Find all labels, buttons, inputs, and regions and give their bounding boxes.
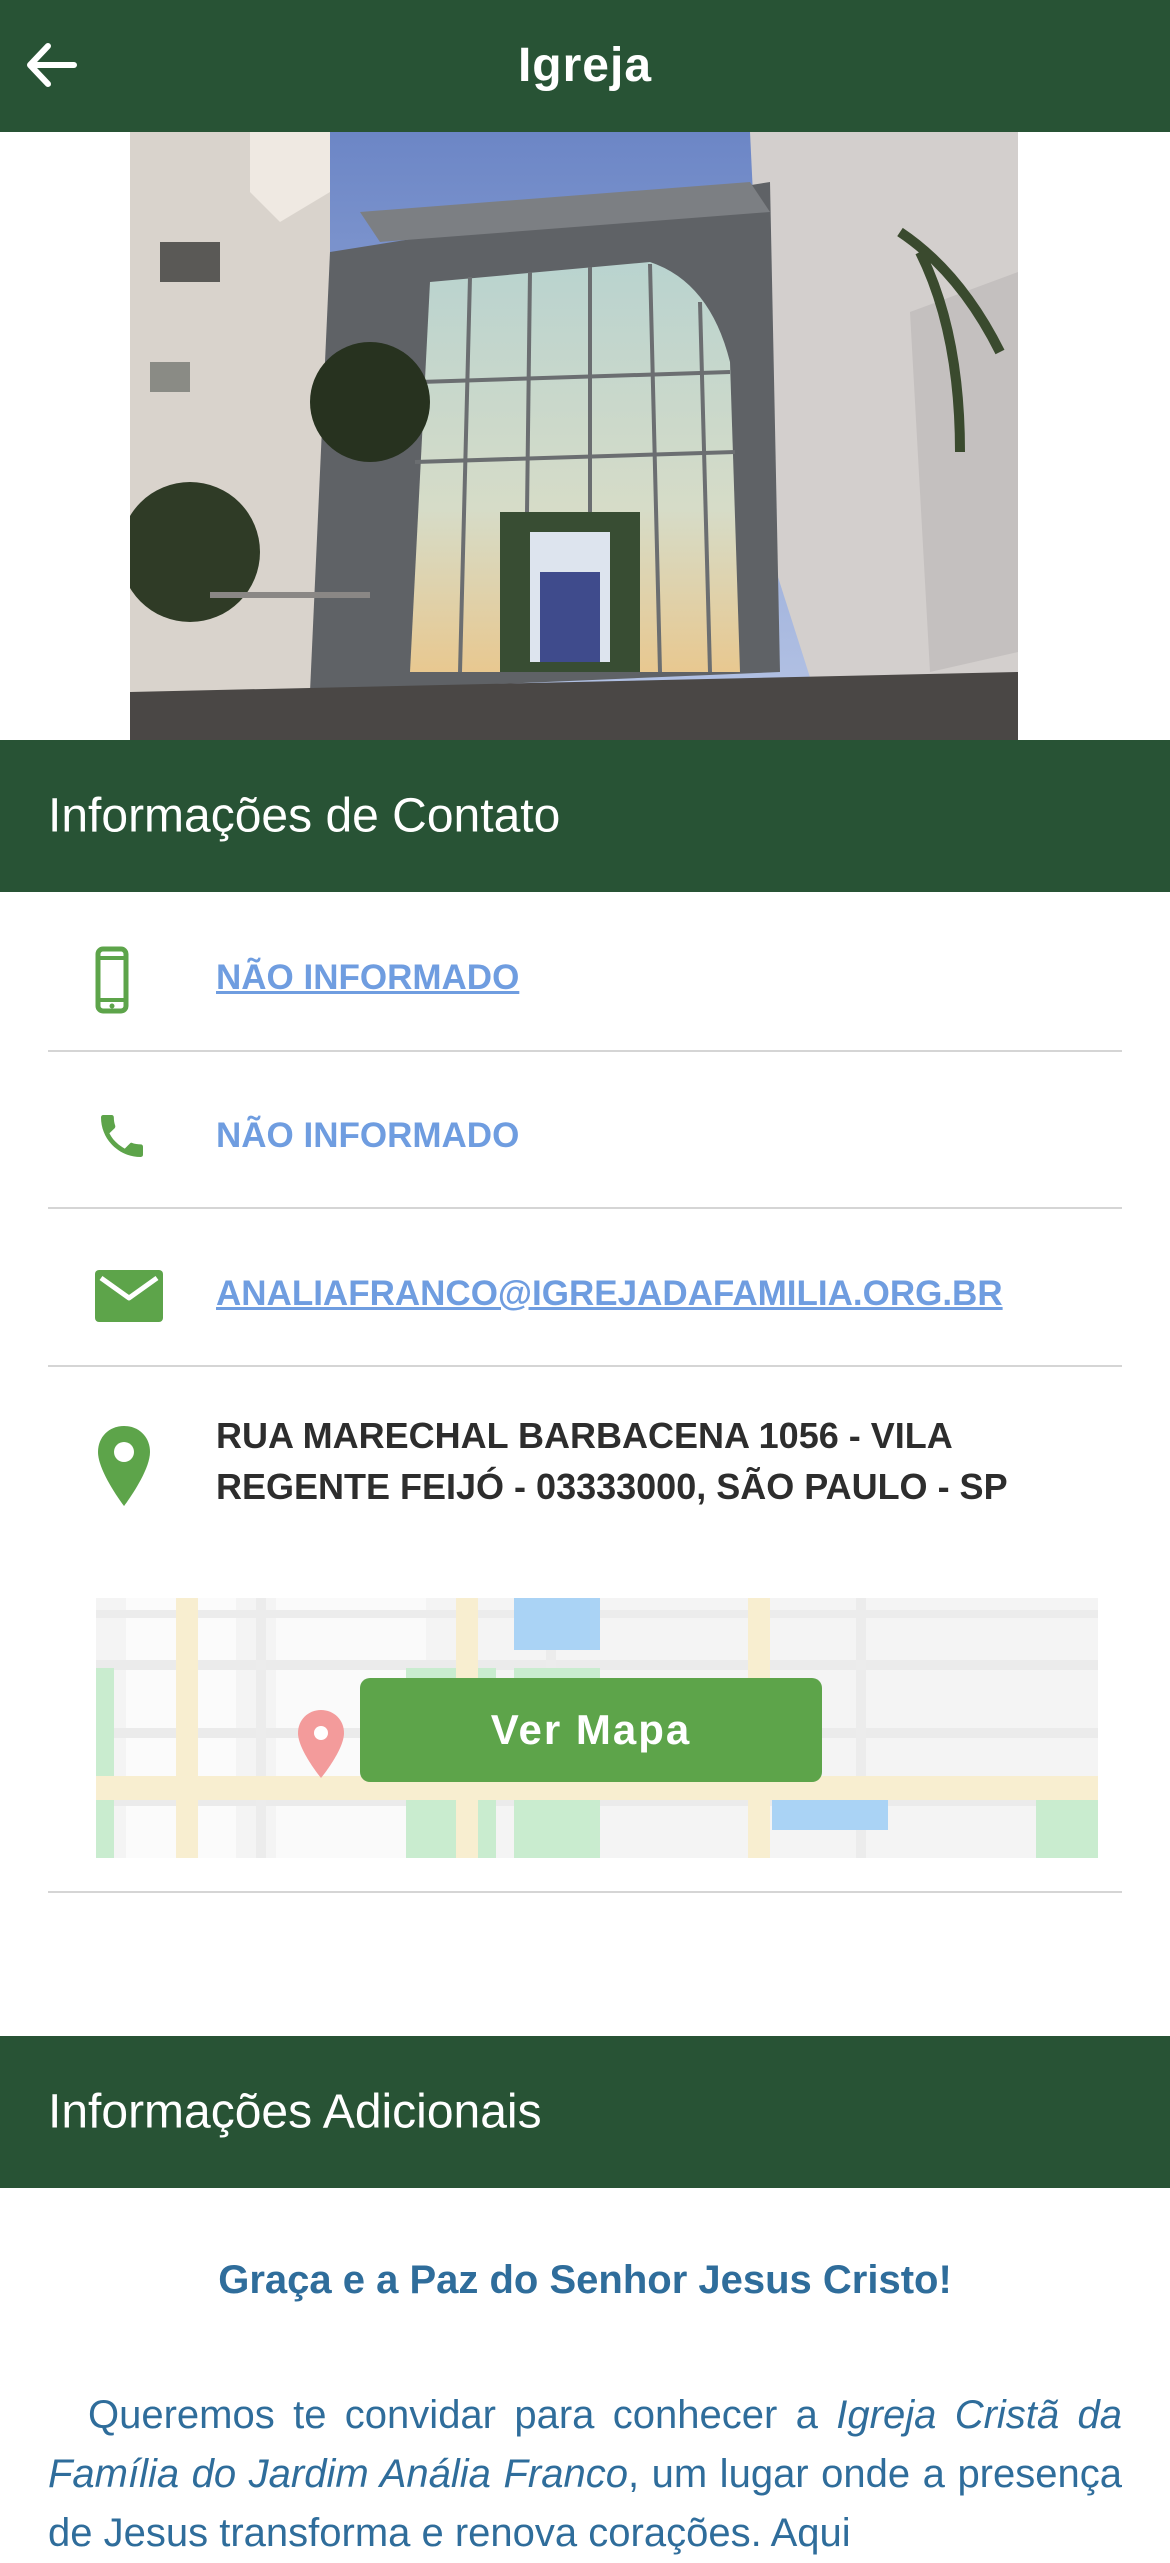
divider xyxy=(48,1891,1122,1893)
church-photo xyxy=(130,132,1018,740)
mail-icon xyxy=(95,1270,163,1327)
top-bar: Igreja xyxy=(0,0,1170,132)
view-map-button[interactable]: Ver Mapa xyxy=(360,1678,822,1782)
contact-section-title: Informações de Contato xyxy=(48,789,561,843)
location-pin-icon xyxy=(96,1424,152,1513)
address-line-2: REGENTE FEIJÓ - 03333000, SÃO PAULO - SP xyxy=(216,1466,1008,1507)
divider xyxy=(48,1050,1122,1052)
description-paragraph: Queremos te convidar para conhecer a Igr… xyxy=(48,2386,1122,2563)
phone-text: NÃO INFORMADO xyxy=(216,1116,520,1155)
paragraph-start: Queremos te convidar para conhecer a xyxy=(88,2393,837,2437)
address-text: RUA MARECHAL BARBACENA 1056 - VILA REGEN… xyxy=(216,1410,1096,1512)
mobile-link[interactable]: NÃO INFORMADO xyxy=(216,958,519,998)
additional-section-header: Informações Adicionais xyxy=(0,2036,1170,2188)
mobile-phone-icon xyxy=(95,946,129,1019)
divider xyxy=(48,1207,1122,1209)
address-line-1: RUA MARECHAL BARBACENA 1056 - VILA xyxy=(216,1415,953,1456)
contact-section-header: Informações de Contato xyxy=(0,740,1170,892)
email-link[interactable]: ANALIAFRANCO@IGREJADAFAMILIA.ORG.BR xyxy=(216,1274,1003,1314)
divider xyxy=(48,1365,1122,1367)
page-title: Igreja xyxy=(517,39,653,92)
greeting-text: Graça e a Paz do Senhor Jesus Cristo! xyxy=(218,2258,952,2302)
phone-icon xyxy=(94,1108,150,1169)
additional-section-title: Informações Adicionais xyxy=(48,2085,542,2139)
